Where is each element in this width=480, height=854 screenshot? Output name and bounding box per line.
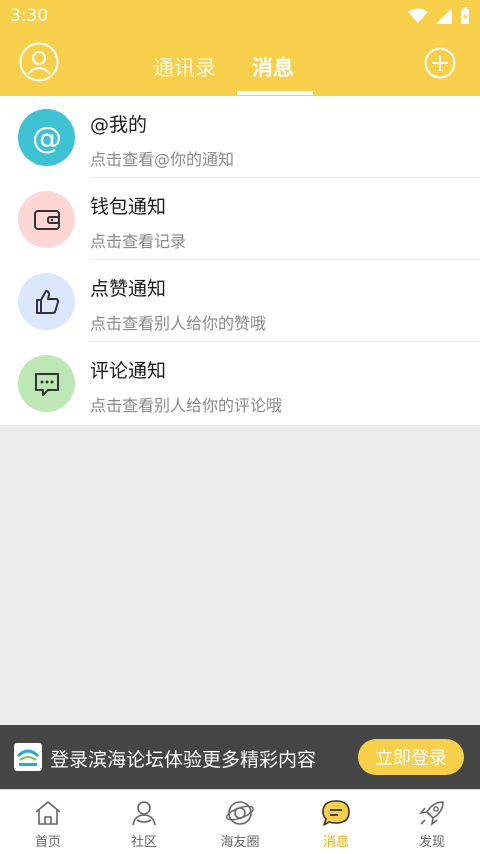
rocket-icon — [419, 801, 444, 826]
home-icon — [35, 801, 61, 825]
system-icons — [408, 7, 470, 25]
item-title: 评论通知 — [90, 360, 167, 382]
nav-label: 发现 — [418, 835, 445, 850]
thumbs-up-icon — [18, 273, 75, 330]
tab-contacts[interactable]: 通讯录 — [153, 52, 216, 82]
bottom-nav: 首页 社区 海友圈 消息 发现 — [0, 789, 480, 854]
forum-logo-icon — [14, 743, 42, 771]
list-item-wallet[interactable]: 钱包通知 点击查看记录 — [0, 178, 480, 260]
item-title: @我的 — [90, 114, 148, 136]
nav-label: 海友圈 — [220, 835, 260, 850]
item-title: 点赞通知 — [90, 278, 167, 300]
list-item-mentions[interactable]: @ @我的 点击查看@你的通知 — [0, 96, 480, 178]
nav-label: 首页 — [34, 835, 61, 850]
login-button[interactable]: 立即登录 — [358, 739, 464, 775]
item-subtitle: 点击查看记录 — [90, 232, 187, 251]
nav-messages[interactable]: 消息 — [288, 790, 384, 854]
battery-icon — [461, 7, 469, 24]
tab-indicator — [237, 91, 313, 95]
login-banner-text: 登录滨海论坛体验更多精彩内容 — [50, 749, 317, 771]
wallet-icon — [18, 191, 75, 248]
at-icon: @ — [18, 109, 75, 166]
nav-label: 消息 — [322, 835, 349, 850]
item-title: 钱包通知 — [90, 196, 167, 218]
top-header: 通讯录 消息 — [0, 34, 480, 96]
add-icon[interactable] — [424, 47, 456, 79]
nav-home[interactable]: 首页 — [0, 790, 96, 854]
nav-label: 社区 — [130, 835, 157, 850]
nav-discover[interactable]: 发现 — [384, 790, 480, 854]
notification-list: @ @我的 点击查看@你的通知 钱包通知 点击查看记录 点赞通知 点击查看别人给… — [0, 96, 480, 425]
item-subtitle: 点击查看别人给你的评论哦 — [90, 396, 283, 415]
item-subtitle: 点击查看@你的通知 — [90, 150, 235, 169]
tab-messages[interactable]: 消息 — [252, 52, 294, 82]
list-item-likes[interactable]: 点赞通知 点击查看别人给你的赞哦 — [0, 260, 480, 342]
list-item-comments[interactable]: 评论通知 点击查看别人给你的评论哦 — [0, 342, 480, 424]
svg-text:@: @ — [32, 121, 62, 155]
signal-icon — [436, 8, 452, 24]
comment-icon — [18, 355, 75, 412]
nav-friends-circle[interactable]: 海友圈 — [192, 790, 288, 854]
wifi-icon — [408, 8, 428, 23]
avatar-icon[interactable] — [19, 42, 59, 82]
status-bar: 3:30 — [0, 0, 480, 34]
message-icon — [322, 800, 350, 826]
status-time: 3:30 — [10, 6, 49, 26]
nav-community[interactable]: 社区 — [96, 790, 192, 854]
item-subtitle: 点击查看别人给你的赞哦 — [90, 314, 267, 333]
login-banner: 登录滨海论坛体验更多精彩内容 立即登录 — [0, 725, 480, 789]
planet-icon — [226, 801, 254, 825]
community-icon — [132, 801, 156, 826]
